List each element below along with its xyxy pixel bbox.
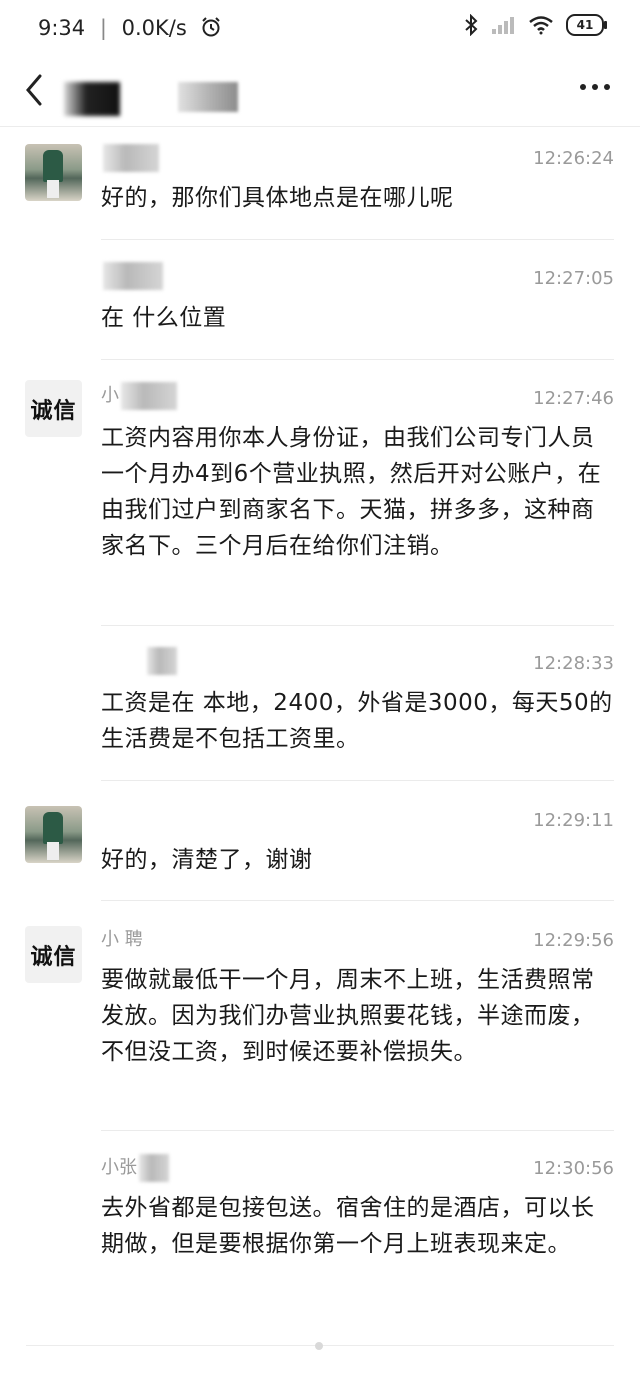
message-text: 好的，那你们具体地点是在哪儿呢 <box>101 185 454 211</box>
avatar[interactable] <box>25 144 82 201</box>
message-text: 好的，清楚了，谢谢 <box>101 847 313 873</box>
message-time: 12:27:46 <box>533 388 614 409</box>
divider <box>101 1130 614 1131</box>
message-text: 工资是在 本地，2400，外省是3000，每天50的生活费是不包括工资里。 <box>101 690 613 752</box>
avatar[interactable] <box>25 806 82 863</box>
sender-name <box>101 262 163 290</box>
message-time: 12:29:11 <box>533 810 614 831</box>
message-text: 去外省都是包接包送。宿舍住的是酒店，可以长期做，但是要根据你第一个月上班表现来定… <box>101 1195 595 1257</box>
alarm-icon <box>201 17 220 37</box>
more-dots-icon[interactable] <box>580 84 610 90</box>
signal-icon <box>492 17 514 34</box>
network-speed: 0.0K/s <box>121 16 187 40</box>
avatar[interactable]: 诚信 <box>25 380 82 437</box>
message-item: 12:26:24 好的，那你们具体地点是在哪儿呢 <box>0 140 640 240</box>
message-item: 诚信 小 聘 12:29:56 要做就最低干一个月，周末不上班，生活费照常发放。… <box>0 922 640 1131</box>
status-bar: 9:34 | 0.0K/s 41 <box>0 0 640 60</box>
chat-title-redacted-2 <box>178 82 238 112</box>
sender-name: 小张 <box>101 1154 169 1182</box>
chat-header <box>0 60 640 127</box>
sender-name <box>101 647 177 675</box>
sender-name: 小 <box>101 382 177 410</box>
sender-name <box>101 144 159 172</box>
bluetooth-icon <box>465 14 478 36</box>
message-item: 诚信 小 12:27:46 工资内容用你本人身份证，由我们公司专门人员一个月办4… <box>0 380 640 626</box>
avatar[interactable]: 诚信 <box>25 926 82 983</box>
chat-title-redacted <box>64 82 120 116</box>
message-time: 12:30:56 <box>533 1158 614 1179</box>
scroll-indicator <box>315 1342 323 1350</box>
sender-name: 小 聘 <box>101 929 143 950</box>
message-text: 工资内容用你本人身份证，由我们公司专门人员一个月办4到6个营业执照，然后开对公账… <box>101 425 602 559</box>
divider <box>101 239 614 240</box>
status-icons: 41 <box>464 14 607 36</box>
divider <box>101 625 614 626</box>
message-time: 12:27:05 <box>533 268 614 289</box>
message-time: 12:29:56 <box>533 930 614 951</box>
divider <box>101 780 614 781</box>
battery-indicator: 41 <box>566 14 607 36</box>
message-text: 在 什么位置 <box>101 305 227 331</box>
message-item: 12:28:33 工资是在 本地，2400，外省是3000，每天50的生活费是不… <box>0 645 640 781</box>
message-item: 12:29:11 好的，清楚了，谢谢 <box>0 800 640 901</box>
message-time: 12:28:33 <box>533 653 614 674</box>
message-text: 要做就最低干一个月，周末不上班，生活费照常发放。因为我们办营业执照要花钱，半途而… <box>101 967 595 1065</box>
divider <box>101 900 614 901</box>
clock-text: 9:34 <box>38 16 86 40</box>
chevron-left-icon[interactable] <box>20 70 50 110</box>
wifi-icon <box>529 16 553 35</box>
divider <box>101 359 614 360</box>
status-time: 9:34 | 0.0K/s <box>38 16 222 40</box>
message-item: 12:27:05 在 什么位置 <box>0 260 640 360</box>
message-item: 小张 12:30:56 去外省都是包接包送。宿舍住的是酒店，可以长期做，但是要根… <box>0 1152 640 1312</box>
message-time: 12:26:24 <box>533 148 614 169</box>
